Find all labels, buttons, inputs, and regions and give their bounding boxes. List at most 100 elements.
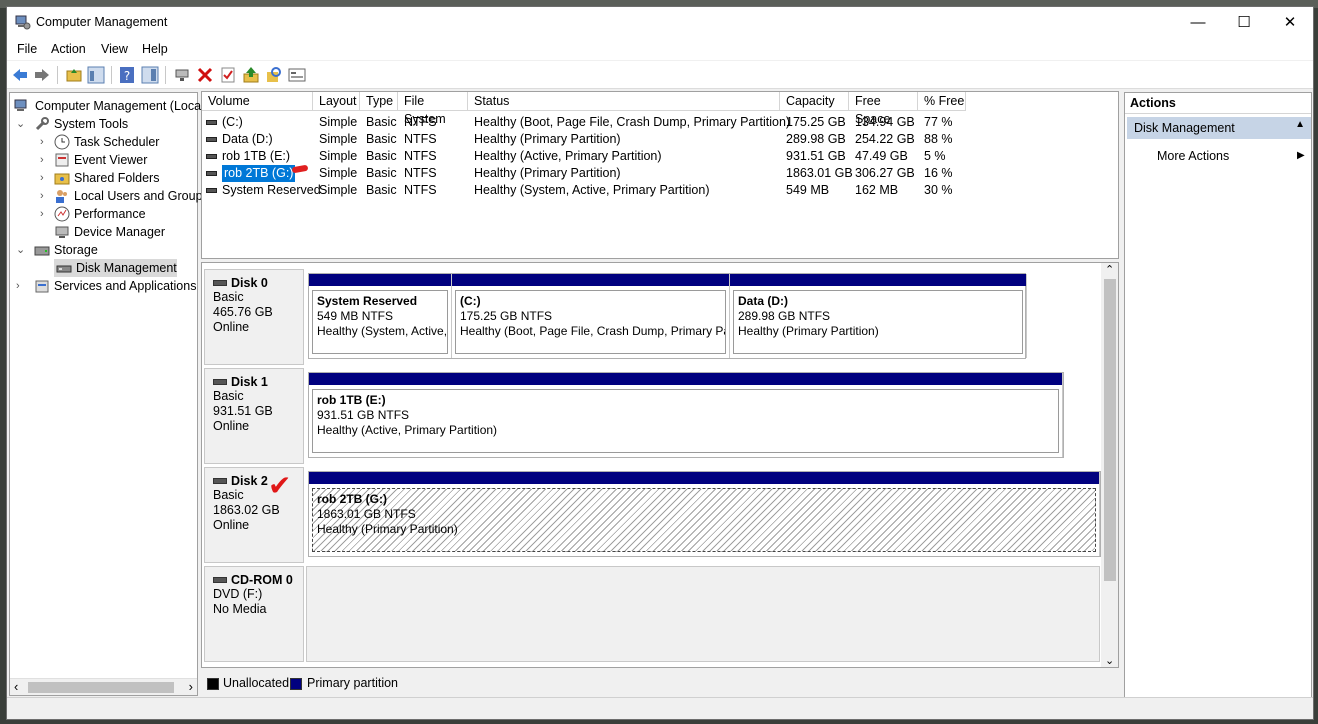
volume-cell-file-system[interactable]: NTFS [404, 114, 437, 131]
partition-block[interactable]: System Reserved 549 MB NTFS Healthy (Syste… [309, 274, 452, 358]
tree-performance[interactable]: › Performance [40, 205, 200, 223]
chevron-down-icon[interactable]: ⌄ [16, 115, 26, 133]
volume-cell--free[interactable]: 16 % [924, 165, 953, 182]
volume-cell-capacity[interactable]: 289.98 GB [786, 131, 846, 148]
chevron-right-icon[interactable]: › [40, 151, 50, 169]
collapse-up-icon[interactable]: ▲ [1295, 119, 1305, 130]
forward-arrow-icon[interactable] [33, 66, 51, 84]
chevron-right-icon[interactable]: › [40, 187, 50, 205]
scroll-down-icon[interactable]: ⌄ [1105, 654, 1114, 667]
volume-cell-volume[interactable]: System Reserved [222, 182, 321, 199]
volume-cell-file-system[interactable]: NTFS [404, 165, 437, 182]
scroll-right-icon[interactable]: › [189, 679, 193, 694]
menu-action[interactable]: Action [51, 42, 86, 56]
help-icon[interactable]: ? [118, 66, 136, 84]
volume-cell-free-space[interactable]: 306.27 GB [855, 165, 915, 182]
tree-event-viewer[interactable]: › Event Viewer [40, 151, 200, 169]
chevron-right-icon[interactable]: › [40, 205, 50, 223]
delete-icon[interactable] [196, 66, 214, 84]
volume-cell-volume[interactable]: rob 1TB (E:) [222, 148, 290, 165]
column-header-volume[interactable]: Volume [202, 92, 313, 111]
close-button[interactable]: ✕ [1267, 7, 1313, 38]
more-actions-item[interactable]: More Actions ▶ [1157, 149, 1305, 163]
tree-device-manager[interactable]: Device Manager [40, 223, 200, 241]
chevron-right-icon[interactable]: › [40, 169, 50, 187]
title-bar[interactable]: Computer Management — ☐ ✕ [7, 7, 1313, 38]
volume-cell-free-space[interactable]: 47.49 GB [855, 148, 908, 165]
column-header-type[interactable]: Type [360, 92, 398, 111]
maximize-button[interactable]: ☐ [1221, 7, 1267, 38]
volume-cell--free[interactable]: 88 % [924, 131, 953, 148]
volume-cell-type[interactable]: Basic [366, 131, 397, 148]
column-header-layout[interactable]: Layout [313, 92, 360, 111]
volume-cell-layout[interactable]: Simple [319, 165, 357, 182]
scroll-up-icon[interactable]: ⌃ [1105, 263, 1114, 276]
volume-cell--free[interactable]: 77 % [924, 114, 953, 131]
volume-cell-volume[interactable]: rob 2TB (G:) [222, 165, 296, 182]
partition-block[interactable]: rob 1TB (E:) 931.51 GB NTFS Healthy (Activ… [309, 373, 1063, 457]
volume-cell-capacity[interactable]: 549 MB [786, 182, 829, 199]
volume-cell-layout[interactable]: Simple [319, 148, 357, 165]
scrollbar-thumb[interactable] [28, 682, 174, 693]
export-icon[interactable] [242, 66, 260, 84]
volume-cell-layout[interactable]: Simple [319, 182, 357, 199]
volume-cell-type[interactable]: Basic [366, 182, 397, 199]
disk-label[interactable]: Disk 1 Basic 931.51 GB Online [204, 368, 304, 464]
actions-section-disk-management[interactable]: Disk Management ▲ [1127, 117, 1311, 139]
tree-task-scheduler[interactable]: › Task Scheduler [40, 133, 200, 151]
volume-cell-free-space[interactable]: 134.94 GB [855, 114, 915, 131]
partition-block[interactable]: (C:) 175.25 GB NTFS Healthy (Boot, Page Fi… [452, 274, 730, 358]
menu-file[interactable]: File [17, 42, 37, 56]
volume-cell-status[interactable]: Healthy (Active, Primary Partition) [474, 148, 662, 165]
volume-cell-file-system[interactable]: NTFS [404, 131, 437, 148]
chevron-right-icon[interactable]: › [16, 277, 26, 295]
tree-storage[interactable]: ⌄ Storage [16, 241, 196, 259]
disk-label[interactable]: Disk 0 Basic 465.76 GB Online [204, 269, 304, 365]
menu-view[interactable]: View [101, 42, 128, 56]
volume-cell-file-system[interactable]: NTFS [404, 182, 437, 199]
minimize-button[interactable]: — [1175, 7, 1221, 38]
disk-label[interactable]: CD-ROM 0 DVD (F:) No Media [204, 566, 304, 662]
volume-cell-status[interactable]: Healthy (System, Active, Primary Partiti… [474, 182, 709, 199]
view-list-icon[interactable] [288, 66, 306, 84]
properties-pane-icon[interactable] [141, 66, 159, 84]
volume-cell-status[interactable]: Healthy (Boot, Page File, Crash Dump, Pr… [474, 114, 790, 131]
column-header-free-space[interactable]: Free Space [849, 92, 918, 126]
volume-cell-free-space[interactable]: 254.22 GB [855, 131, 915, 148]
show-hide-tree-icon[interactable] [87, 66, 105, 84]
column-header-status[interactable]: Status [468, 92, 780, 111]
volume-cell-type[interactable]: Basic [366, 114, 397, 131]
tree-disk-management[interactable]: Disk Management [54, 259, 177, 277]
volume-cell-file-system[interactable]: NTFS [404, 148, 437, 165]
connect-icon[interactable] [173, 66, 191, 84]
column-header-capacity[interactable]: Capacity [780, 92, 849, 111]
partition-block[interactable]: rob 2TB (G:) 1863.01 GB NTFS Healthy (Prim… [309, 472, 1100, 556]
disk-view-scrollbar[interactable]: ⌃ ⌄ [1101, 263, 1118, 667]
column-header-file-system[interactable]: File System [398, 92, 468, 126]
volume-cell-layout[interactable]: Simple [319, 114, 357, 131]
chevron-right-icon[interactable]: › [40, 133, 50, 151]
volume-cell-type[interactable]: Basic [366, 165, 397, 182]
up-folder-icon[interactable] [65, 66, 83, 84]
column-header-percent-free[interactable]: % Free [918, 92, 966, 111]
scroll-left-icon[interactable]: ‹ [14, 679, 18, 694]
volume-cell--free[interactable]: 5 % [924, 148, 946, 165]
tree-services[interactable]: › Services and Applications [16, 277, 196, 295]
volume-cell-volume[interactable]: (C:) [222, 114, 243, 131]
volume-cell-volume[interactable]: Data (D:) [222, 131, 273, 148]
chevron-down-icon[interactable]: ⌄ [16, 241, 26, 259]
volume-cell-status[interactable]: Healthy (Primary Partition) [474, 131, 621, 148]
volume-cell--free[interactable]: 30 % [924, 182, 953, 199]
volume-cell-free-space[interactable]: 162 MB [855, 182, 898, 199]
back-arrow-icon[interactable] [11, 66, 29, 84]
partition-block[interactable]: Data (D:) 289.98 GB NTFS Healthy (Primary … [730, 274, 1027, 358]
volume-cell-capacity[interactable]: 1863.01 GB [786, 165, 853, 182]
volume-cell-capacity[interactable]: 175.25 GB [786, 114, 846, 131]
tree-local-users[interactable]: › Local Users and Groups [40, 187, 209, 205]
menu-help[interactable]: Help [142, 42, 168, 56]
volume-cell-capacity[interactable]: 931.51 GB [786, 148, 846, 165]
properties-check-icon[interactable] [219, 66, 237, 84]
tree-horizontal-scrollbar[interactable]: ‹ › [10, 678, 197, 695]
tree-root[interactable]: Computer Management (Local [14, 97, 204, 115]
volume-cell-type[interactable]: Basic [366, 148, 397, 165]
